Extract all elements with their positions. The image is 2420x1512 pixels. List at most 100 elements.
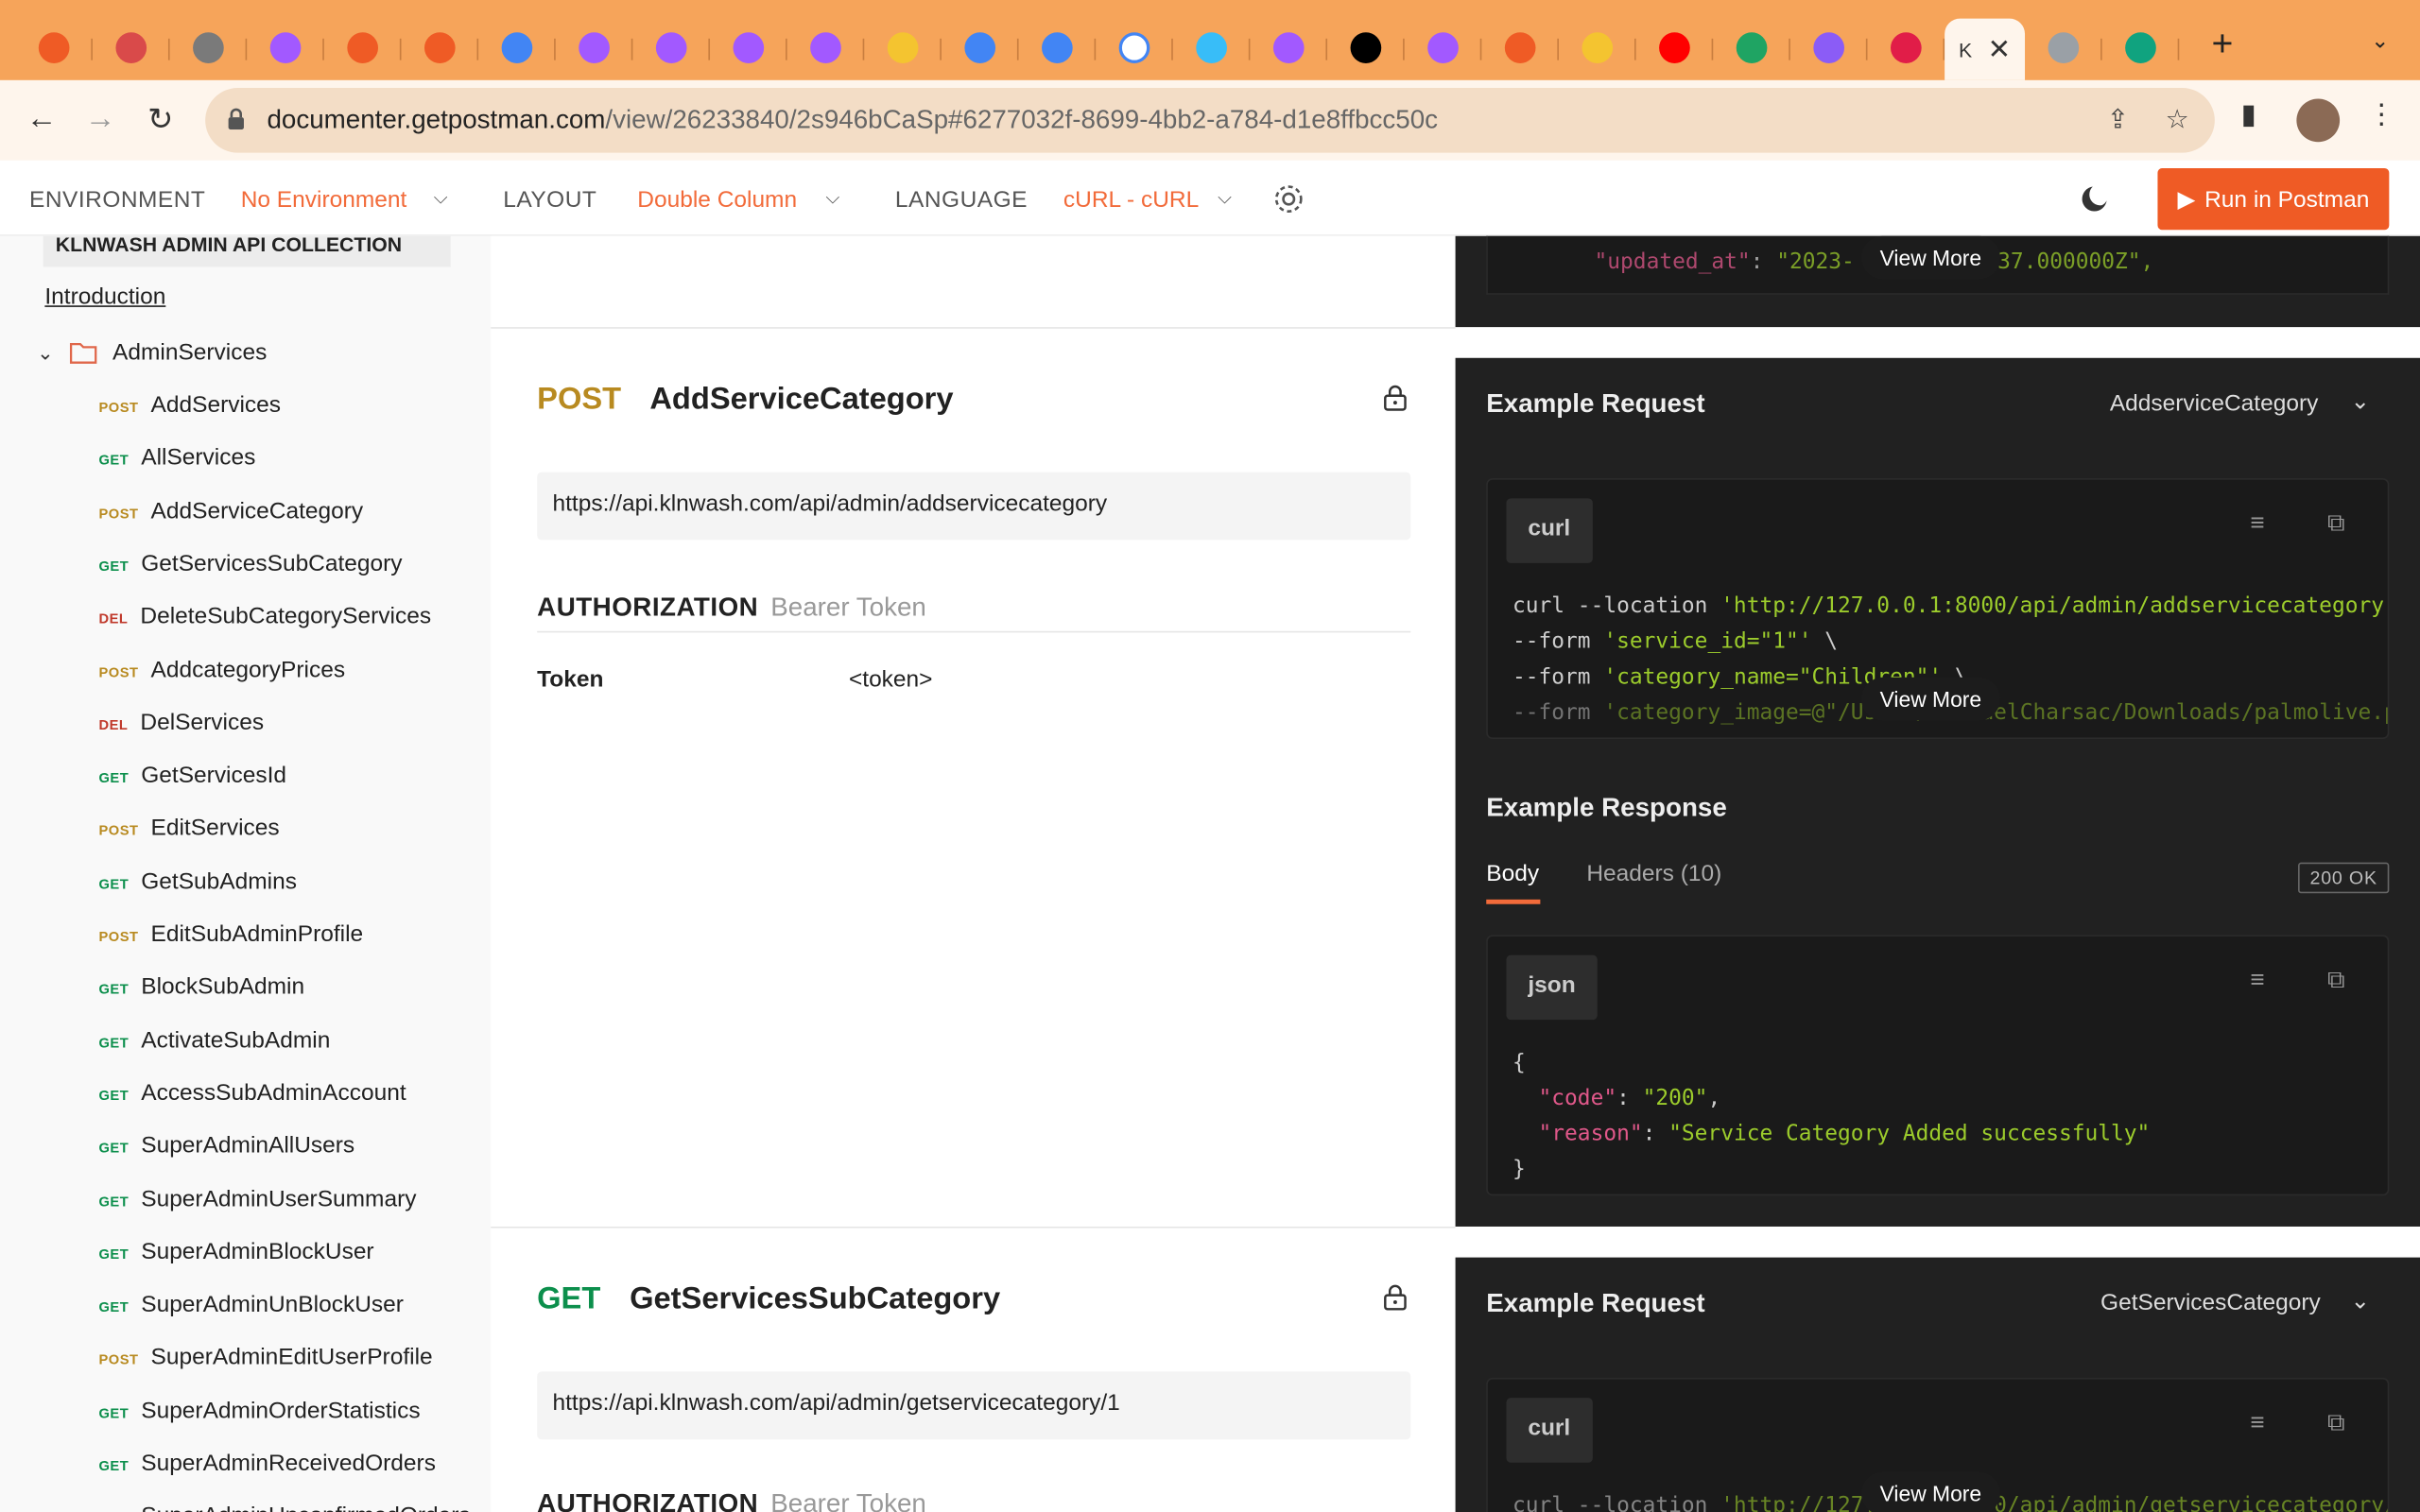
sidebar-item[interactable]: GET SuperAdminReceivedOrders — [98, 1451, 435, 1477]
sidebar-item[interactable]: GET SuperAdminUserSummary — [98, 1186, 416, 1212]
method-tag: GET — [98, 1087, 130, 1104]
browser-tab[interactable] — [1481, 20, 1559, 76]
sidebar-item[interactable]: GET GetServicesId — [98, 763, 286, 789]
browser-tab[interactable] — [1096, 20, 1173, 76]
browser-tab[interactable] — [2102, 20, 2180, 76]
layout-select[interactable]: Double Column — [637, 187, 797, 214]
sidebar-item[interactable]: GET ActivateSubAdmin — [98, 1027, 330, 1054]
view-more-button[interactable]: View More — [1860, 677, 2000, 721]
sidebar-item[interactable]: GETSuperAdminUnconfirmedOrders — [98, 1503, 470, 1512]
browser-tab[interactable] — [710, 20, 787, 76]
language-select[interactable]: cURL - cURL — [1063, 187, 1199, 214]
browser-tab[interactable] — [864, 20, 942, 76]
tab-body[interactable]: Body — [1486, 861, 1539, 887]
back-icon[interactable]: ← — [12, 102, 71, 138]
method-tag: GET — [98, 1457, 130, 1474]
docs-icon — [501, 32, 533, 63]
dark-mode-icon[interactable] — [2081, 182, 2112, 214]
browser-tab[interactable] — [1636, 20, 1714, 76]
sidebar-item[interactable]: POST EditServices — [98, 816, 279, 842]
method-tag: POST — [98, 822, 139, 839]
browser-tab[interactable] — [2025, 20, 2102, 76]
copy-icon[interactable]: ⧉ — [2327, 510, 2345, 538]
sidebar-item[interactable]: POST AddServices — [98, 392, 281, 419]
chevron-down-icon[interactable]: ⌄ — [2351, 387, 2371, 415]
example-select[interactable]: AddserviceCategory — [2110, 390, 2319, 417]
browser-tab[interactable] — [93, 20, 170, 76]
method-tag: GET — [98, 981, 130, 998]
browser-tab[interactable] — [478, 20, 556, 76]
sidebar-folder-adminservices[interactable]: ⌄ AdminServices — [37, 339, 267, 366]
run-in-postman-label: Run in Postman — [2204, 185, 2370, 213]
menu-icon[interactable]: ⋮ — [2367, 98, 2394, 130]
active-browser-tab[interactable]: K ✕ — [1945, 18, 2026, 80]
close-icon[interactable]: ✕ — [1987, 33, 2011, 65]
wrap-icon[interactable]: ≡ — [2250, 510, 2264, 538]
sidebar-item[interactable]: POST AddcategoryPrices — [98, 657, 345, 683]
token-value: <token> — [848, 666, 933, 694]
browser-tab[interactable] — [401, 20, 479, 76]
sidebar-item[interactable]: GET GetServicesSubCategory — [98, 551, 402, 577]
sidebar-item-introduction[interactable]: Introduction — [44, 284, 165, 310]
postman-icon — [424, 32, 456, 63]
new-tab-icon[interactable]: + — [2191, 23, 2253, 66]
address-bar[interactable]: documenter.getpostman.com/view/26233840/… — [205, 88, 2215, 153]
sidebar-item[interactable]: GET AllServices — [98, 445, 255, 472]
sidebar-item[interactable]: GET SuperAdminAllUsers — [98, 1133, 354, 1160]
browser-tab[interactable] — [787, 20, 865, 76]
sidebar-item[interactable]: GET SuperAdminOrderStatistics — [98, 1398, 420, 1424]
chevron-down-icon[interactable]: ⌄ — [2351, 1287, 2371, 1314]
run-in-postman-button[interactable]: ▶ Run in Postman — [2157, 167, 2390, 231]
wrap-icon[interactable]: ≡ — [2250, 1410, 2264, 1437]
copy-icon[interactable]: ⧉ — [2327, 1410, 2345, 1437]
browser-tab[interactable] — [1559, 20, 1636, 76]
browser-tab[interactable] — [15, 20, 93, 76]
postman-icon — [1504, 32, 1536, 63]
sidebar-item[interactable]: DEL DelServices — [98, 710, 264, 736]
share-icon[interactable]: ⇪ — [2107, 105, 2129, 136]
calendar-icon — [964, 32, 996, 63]
browser-tab[interactable] — [1173, 20, 1251, 76]
browser-tab[interactable] — [556, 20, 633, 76]
browser-tab[interactable] — [324, 20, 402, 76]
sidebar-item[interactable]: POST AddServiceCategory — [98, 498, 363, 524]
sidebar-item[interactable]: GET SuperAdminUnBlockUser — [98, 1292, 403, 1318]
browser-tab[interactable] — [1250, 20, 1328, 76]
browser-tab[interactable] — [632, 20, 711, 76]
browser-tab[interactable] — [170, 20, 248, 76]
wrap-icon[interactable]: ≡ — [2250, 968, 2264, 995]
view-more-button[interactable]: View More — [1860, 1471, 2000, 1512]
method-tag: POST — [98, 663, 139, 680]
profile-avatar[interactable] — [2296, 98, 2341, 143]
copy-icon[interactable]: ⧉ — [2327, 968, 2345, 995]
example-select[interactable]: GetServicesCategory — [2100, 1290, 2321, 1316]
sidebar-item[interactable]: POST SuperAdminEditUserProfile — [98, 1345, 432, 1371]
view-more-button[interactable]: View More — [1860, 235, 2000, 280]
sidebar-item[interactable]: GET BlockSubAdmin — [98, 974, 304, 1001]
tab-search-chevron-icon[interactable]: ⌄ — [2371, 27, 2389, 54]
sidebar-item[interactable]: DEL DeleteSubCategoryServices — [98, 604, 431, 630]
sidebar-item[interactable]: GET GetSubAdmins — [98, 868, 296, 895]
tab-headers[interactable]: Headers (10) — [1586, 861, 1721, 887]
browser-tab[interactable] — [1713, 20, 1790, 76]
sidebar-item[interactable]: POST EditSubAdminProfile — [98, 921, 363, 948]
reload-icon[interactable]: ↻ — [131, 100, 190, 139]
side-panel-icon[interactable]: ▮ — [2241, 98, 2256, 130]
browser-tab[interactable] — [1790, 20, 1868, 76]
browser-tab[interactable] — [247, 20, 324, 76]
forward-icon[interactable]: → — [71, 102, 130, 138]
environment-select[interactable]: No Environment — [241, 187, 407, 214]
gear-icon[interactable] — [1271, 182, 1305, 216]
chevron-down-icon[interactable]: ⌵ — [1218, 187, 1232, 210]
chevron-down-icon[interactable]: ⌵ — [825, 187, 839, 210]
browser-tab[interactable] — [1327, 20, 1405, 76]
figma-icon — [655, 32, 687, 63]
browser-tab[interactable] — [1405, 20, 1482, 76]
sidebar-item[interactable]: GET SuperAdminBlockUser — [98, 1239, 373, 1265]
chevron-down-icon[interactable]: ⌵ — [434, 187, 448, 210]
sidebar-item[interactable]: GET AccessSubAdminAccount — [98, 1080, 406, 1107]
star-icon[interactable]: ☆ — [2166, 105, 2189, 136]
browser-tab[interactable] — [1019, 20, 1097, 76]
browser-tab[interactable] — [1868, 20, 1945, 76]
browser-tab[interactable] — [942, 20, 1019, 76]
